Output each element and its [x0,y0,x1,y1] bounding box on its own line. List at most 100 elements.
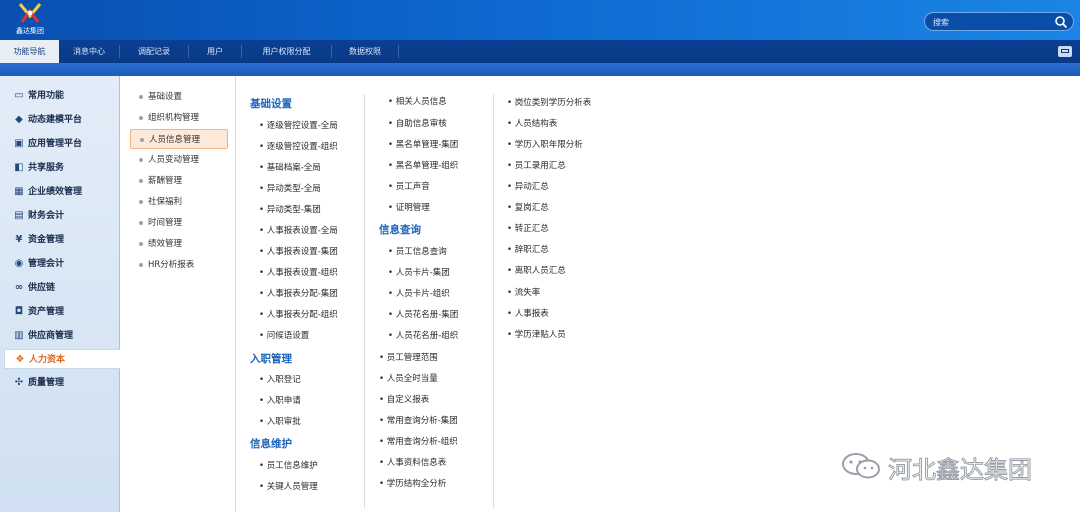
sidebar-item-asset-management[interactable]: ◘ 资产管理 [4,302,120,322]
link-label: 人事报表设置-组织 [266,268,338,278]
function-link[interactable]: • 人员卡片-集团 [388,266,450,278]
link-label: 人事报表分配-集团 [266,289,338,299]
function-link[interactable]: • 黑名单管理-组织 [388,159,458,171]
function-link[interactable]: • 转正汇总 [507,222,549,234]
sidebar-item-supply-chain[interactable]: ∞ 供应链 [4,278,120,298]
function-link[interactable]: • 岗位类别学历分析表 [507,96,591,108]
sidebar-item-supplier-management[interactable]: ▥ 供应商管理 [4,326,120,346]
search-input[interactable] [933,15,1053,29]
function-link[interactable]: • 员工信息查询 [388,245,447,257]
function-link[interactable]: • 人事资料信息表 [379,456,446,468]
link-label: 异动类型-集团 [266,205,321,215]
function-link[interactable]: • 复岗汇总 [507,201,549,213]
link-label: 黑名单管理-组织 [395,161,459,171]
function-link[interactable]: • 人事报表分配-集团 [259,287,338,299]
function-link[interactable]: • 入职审批 [259,415,301,427]
function-link[interactable]: • 员工管理范围 [379,351,438,363]
function-link[interactable]: • 基础档案-全局 [259,161,321,173]
function-link[interactable]: • 人事报表设置-集团 [259,245,338,257]
submenu-item-label: 社保福利 [148,197,183,207]
sidebar-item-financial-accounting[interactable]: ▤ 财务会计 [4,206,120,226]
function-link[interactable]: • 证明管理 [388,201,430,213]
function-link[interactable]: • 学历入职年限分析 [507,138,583,150]
restore-window-icon[interactable] [1058,46,1072,57]
function-link[interactable]: • 逐级管控设置-全局 [259,119,338,131]
sidebar-item-quality-management[interactable]: ✣ 质量管理 [4,373,120,393]
function-link[interactable]: • 常用查询分析-集团 [379,414,458,426]
logo-icon [18,3,42,23]
link-label: 人事报表设置-集团 [266,247,338,257]
function-link[interactable]: • 黑名单管理-集团 [388,138,458,150]
sidebar-item-app-management[interactable]: ▣ 应用管理平台 [4,134,120,154]
tab-message-center[interactable]: 消息中心 [59,40,119,63]
submenu-item-performance[interactable]: 绩效管理 [130,234,228,254]
function-link[interactable]: • 异动类型-全局 [259,182,321,194]
tab-data-permissions[interactable]: 数据权限 [332,40,398,63]
link-label: 异动汇总 [514,182,549,192]
sidebar-item-performance[interactable]: ▦ 企业绩效管理 [4,182,120,202]
function-link[interactable]: • 人事报表 [507,307,549,319]
tab-function-nav[interactable]: 功能导航 [0,40,59,63]
function-link[interactable]: • 自助信息审核 [388,117,447,129]
function-link[interactable]: • 流失率 [507,286,540,298]
sidebar-item-fund-management[interactable]: ¥ 资金管理 [4,230,120,250]
function-link[interactable]: • 离职人员汇总 [507,264,566,276]
function-link[interactable]: • 相关人员信息 [388,95,447,107]
tab-allocation-records[interactable]: 调配记录 [120,40,188,63]
function-link[interactable]: • 人员全时当量 [379,372,438,384]
function-link[interactable]: • 常用查询分析-组织 [379,435,458,447]
company-logo[interactable]: 鑫达集团 [10,2,50,38]
function-link[interactable]: • 人员花名册-集团 [388,308,458,320]
submenu-item-hr-reports[interactable]: HR分析报表 [130,255,228,275]
link-label: 人员花名册-集团 [395,310,459,320]
submenu-item-basic-settings[interactable]: 基础设置 [130,87,228,107]
submenu-item-personnel-changes[interactable]: 人员变动管理 [130,150,228,170]
link-label: 常用查询分析-组织 [386,437,458,447]
function-link[interactable]: • 人事报表设置-组织 [259,266,338,278]
bullet-icon [139,221,143,225]
function-link[interactable]: • 入职登记 [259,373,301,385]
search-icon[interactable] [1054,15,1068,29]
function-link[interactable]: • 关键人员管理 [259,480,318,492]
people-icon: ❖ [15,354,25,365]
tab-users[interactable]: 用户 [189,40,241,63]
function-link[interactable]: • 逐级管控设置-组织 [259,140,338,152]
function-link[interactable]: • 学历津贴人员 [507,328,566,340]
function-link[interactable]: • 自定义报表 [379,393,429,405]
sidebar-item-label: 动态建模平台 [28,115,83,125]
function-link[interactable]: • 问候语设置 [259,329,309,341]
function-link[interactable]: • 人员卡片-组织 [388,287,450,299]
submenu-item-social-welfare[interactable]: 社保福利 [130,192,228,212]
module-sidebar: ▭ 常用功能 ◆ 动态建模平台 ▣ 应用管理平台 ◧ 共享服务 ▦ 企业绩效管理 ▤ 财务会… [0,76,120,512]
function-link[interactable]: • 异动汇总 [507,180,549,192]
link-label: 员工信息维护 [266,461,318,471]
submenu-item-personnel-info[interactable]: 人员信息管理 [130,129,228,149]
submenu-item-time-management[interactable]: 时间管理 [130,213,228,233]
sidebar-item-dynamic-modeling[interactable]: ◆ 动态建模平台 [4,110,120,130]
function-link[interactable]: • 人事报表设置-全局 [259,224,338,236]
function-link[interactable]: • 入职申请 [259,394,301,406]
link-label: 人员卡片-集团 [395,268,450,278]
link-label: 岗位类别学历分析表 [514,98,592,108]
submenu-item-org-management[interactable]: 组织机构管理 [130,108,228,128]
sidebar-item-management-accounting[interactable]: ◉ 管理会计 [4,254,120,274]
function-link[interactable]: • 人事报表分配-组织 [259,308,338,320]
submenu-item-payroll[interactable]: 薪酬管理 [130,171,228,191]
function-link[interactable]: • 人员花名册-组织 [388,329,458,341]
search-box[interactable] [924,12,1074,31]
section-heading-info-maintenance: 信息维护 [250,438,292,450]
function-link[interactable]: • 员工录用汇总 [507,159,566,171]
function-link[interactable]: • 人员结构表 [507,117,557,129]
sidebar-item-human-capital[interactable]: ❖ 人力资本 [4,349,120,369]
sidebar-item-shared-services[interactable]: ◧ 共享服务 [4,158,120,178]
function-link[interactable]: • 辞职汇总 [507,243,549,255]
function-link[interactable]: • 员工声音 [388,180,430,192]
function-link[interactable]: • 异动类型-集团 [259,203,321,215]
window-icon: ▣ [14,138,24,149]
function-link[interactable]: • 员工信息维护 [259,459,318,471]
bullet-icon [139,263,143,267]
sidebar-item-common-functions[interactable]: ▭ 常用功能 [4,86,120,106]
function-link[interactable]: • 学历结构全分析 [379,477,446,489]
human-capital-submenu: 基础设置 组织机构管理 人员信息管理 人员变动管理 薪酬管理 社保福利 时间管理… [120,76,236,512]
tab-user-permissions[interactable]: 用户权限分配 [242,40,331,63]
